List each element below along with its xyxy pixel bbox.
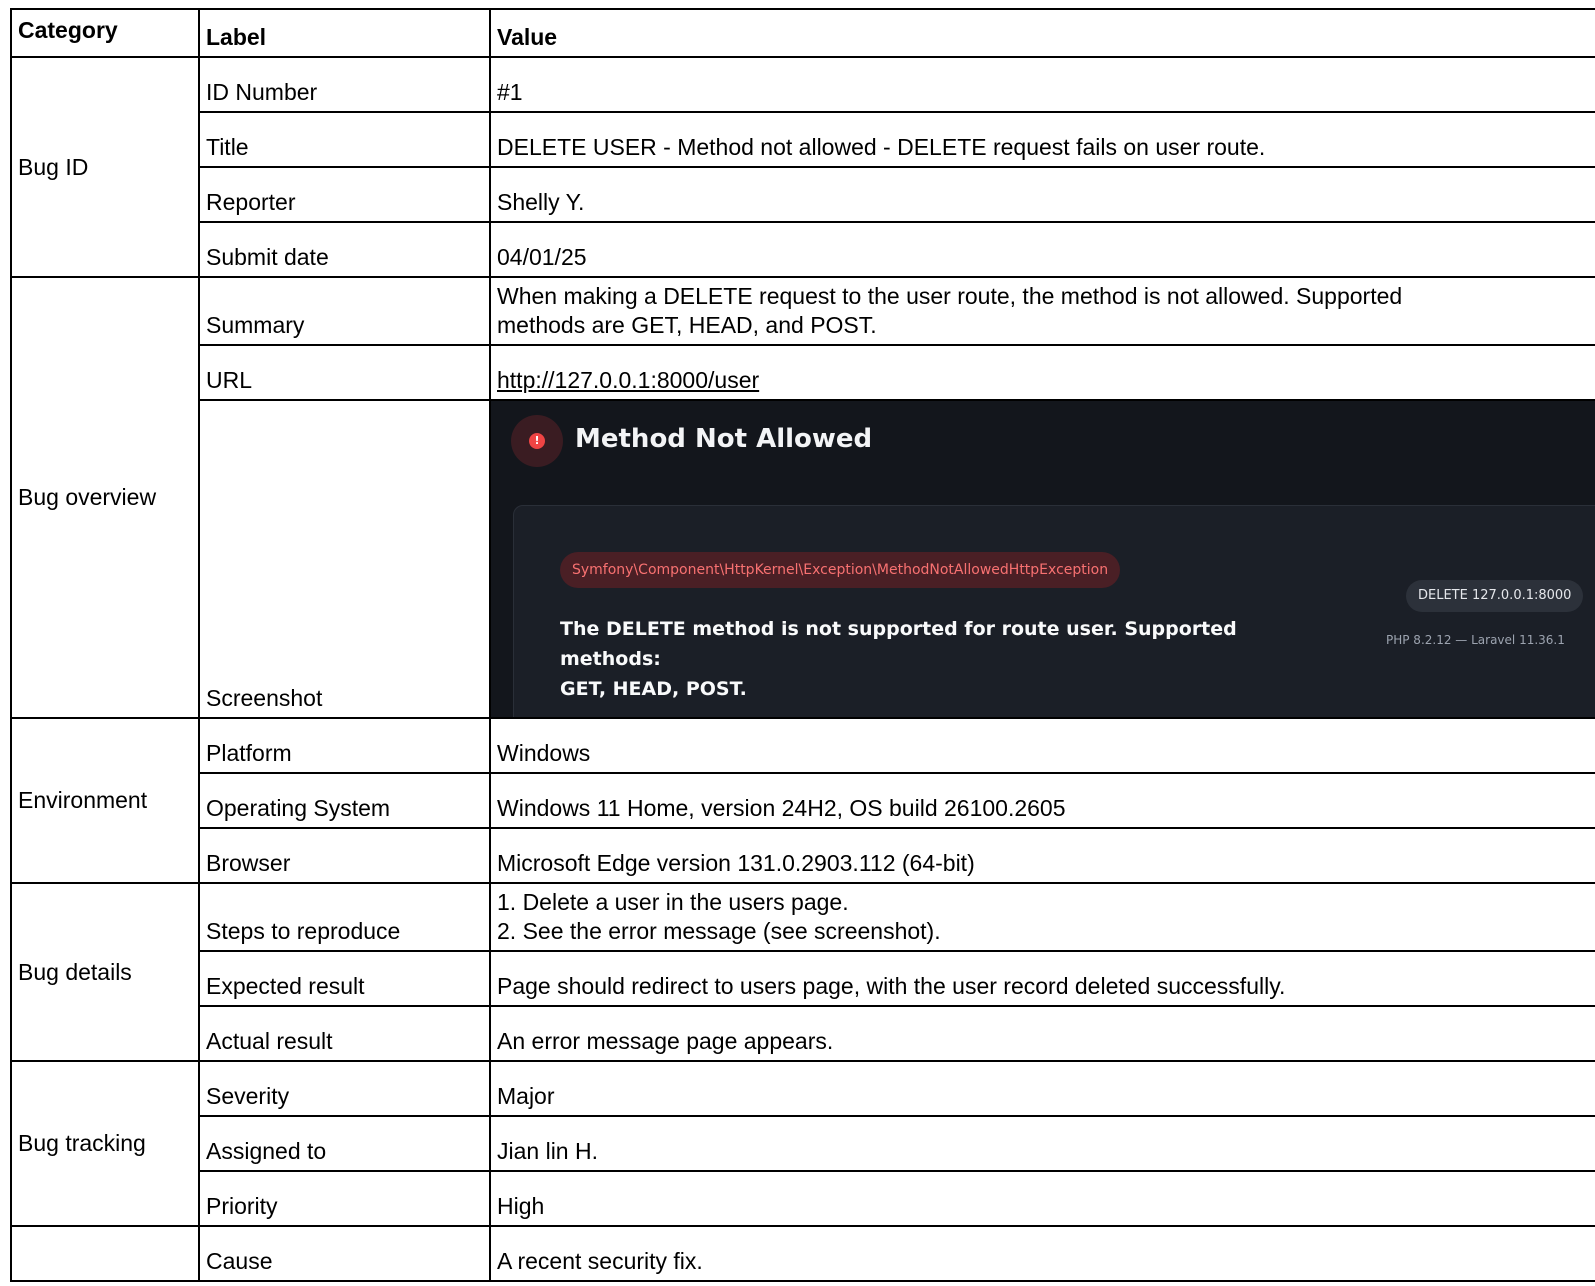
row-title: Title DELETE USER - Method not allowed -… — [11, 111, 1595, 168]
label-assigned-to: Assigned to — [198, 1115, 491, 1172]
error-card: Symfony\Component\HttpKernel\Exception\M… — [513, 505, 1595, 716]
value-platform: Windows — [489, 717, 1595, 774]
label-platform: Platform — [198, 717, 491, 774]
row-priority: Priority High — [11, 1170, 1595, 1227]
exception-badge: Symfony\Component\HttpKernel\Exception\M… — [560, 552, 1121, 588]
label-browser: Browser — [198, 827, 491, 884]
value-steps: 1. Delete a user in the users page. 2. S… — [489, 882, 1595, 952]
value-id-number: #1 — [489, 56, 1595, 113]
category-bug-details: Bug details — [10, 882, 200, 1062]
label-operating-system: Operating System — [198, 772, 491, 829]
label-expected-result: Expected result — [198, 950, 491, 1007]
label-submit-date: Submit date — [198, 221, 491, 278]
value-submit-date: 04/01/25 — [489, 221, 1595, 278]
request-badge: DELETE 127.0.0.1:8000 — [1406, 580, 1584, 612]
error-title: Method Not Allowed — [575, 424, 873, 454]
value-assigned-to: Jian lin H. — [489, 1115, 1595, 1172]
value-url: http://127.0.0.1:8000/user — [489, 344, 1595, 401]
value-summary: When making a DELETE request to the user… — [489, 276, 1595, 346]
label-reporter: Reporter — [198, 166, 491, 223]
label-summary: Summary — [198, 276, 491, 346]
error-message-line-1: The DELETE method is not supported for r… — [560, 618, 1237, 670]
row-assigned-to: Assigned to Jian lin H. — [11, 1115, 1595, 1172]
exclamation-icon: ! — [529, 433, 545, 449]
row-url: URL http://127.0.0.1:8000/user — [11, 344, 1595, 401]
error-icon-badge: ! — [511, 415, 563, 467]
value-browser: Microsoft Edge version 131.0.2903.112 (6… — [489, 827, 1595, 884]
row-actual-result: Actual result An error message page appe… — [11, 1005, 1595, 1062]
label-url: URL — [198, 344, 491, 401]
url-link[interactable]: http://127.0.0.1:8000/user — [497, 367, 759, 393]
header-label: Label — [198, 8, 491, 58]
summary-line-1: When making a DELETE request to the user… — [497, 283, 1403, 309]
category-cut-off — [10, 1225, 200, 1282]
label-title: Title — [198, 111, 491, 168]
row-platform: Environment Platform Windows — [10, 717, 1595, 884]
value-reporter: Shelly Y. — [489, 166, 1595, 223]
label-id-number: ID Number — [198, 56, 491, 113]
label-steps: Steps to reproduce — [198, 882, 491, 952]
row-submit-date: Submit date 04/01/25 — [11, 221, 1595, 278]
category-bug-overview: Bug overview — [10, 276, 200, 719]
value-priority: High — [489, 1170, 1595, 1227]
value-actual-result: An error message page appears. — [489, 1005, 1595, 1062]
label-severity: Severity — [198, 1060, 491, 1117]
row-summary: Bug overview Summary When making a DELET… — [10, 276, 1595, 719]
label-screenshot: Screenshot — [198, 399, 491, 719]
value-operating-system: Windows 11 Home, version 24H2, OS build … — [489, 772, 1595, 829]
category-bug-id: Bug ID — [10, 56, 200, 278]
value-cause: A recent security fix. — [489, 1225, 1595, 1282]
row-cause: Cause A recent security fix. — [10, 1225, 1595, 1282]
value-screenshot: ! Method Not Allowed Symfony\Component\H… — [489, 399, 1595, 719]
header-category: Category — [10, 8, 200, 58]
row-browser: Browser Microsoft Edge version 131.0.290… — [11, 827, 1595, 884]
header-value: Value — [489, 8, 1595, 58]
value-expected-result: Page should redirect to users page, with… — [489, 950, 1595, 1007]
value-severity: Major — [489, 1060, 1595, 1117]
error-message-line-2: GET, HEAD, POST. — [560, 678, 747, 700]
label-cause: Cause — [198, 1225, 491, 1282]
category-bug-tracking: Bug tracking — [10, 1060, 200, 1227]
row-reporter: Reporter Shelly Y. — [11, 166, 1595, 223]
row-expected-result: Expected result Page should redirect to … — [11, 950, 1595, 1007]
row-steps: Bug details Steps to reproduce 1. Delete… — [10, 882, 1595, 1062]
error-message: The DELETE method is not supported for r… — [560, 614, 1340, 704]
category-environment: Environment — [10, 717, 200, 884]
bug-report-table: Category Label Value Bug ID ID Number #1… — [10, 8, 1595, 1282]
label-priority: Priority — [198, 1170, 491, 1227]
row-screenshot: Screenshot ! Method Not Allowed Symfony\… — [11, 399, 1595, 719]
label-actual-result: Actual result — [198, 1005, 491, 1062]
row-severity: Bug tracking Severity Major — [10, 1060, 1595, 1227]
step-2: 2. See the error message (see screenshot… — [497, 918, 941, 944]
row-id-number: Bug ID ID Number #1 — [10, 56, 1595, 278]
header-row: Category Label Value — [10, 8, 1595, 58]
row-operating-system: Operating System Windows 11 Home, versio… — [11, 772, 1595, 829]
value-title: DELETE USER - Method not allowed - DELET… — [489, 111, 1595, 168]
step-1: 1. Delete a user in the users page. — [497, 889, 849, 915]
summary-line-2: methods are GET, HEAD, and POST. — [497, 312, 877, 338]
error-screenshot: ! Method Not Allowed Symfony\Component\H… — [492, 402, 1595, 716]
version-info: PHP 8.2.12 — Laravel 11.36.1 — [1386, 633, 1565, 647]
